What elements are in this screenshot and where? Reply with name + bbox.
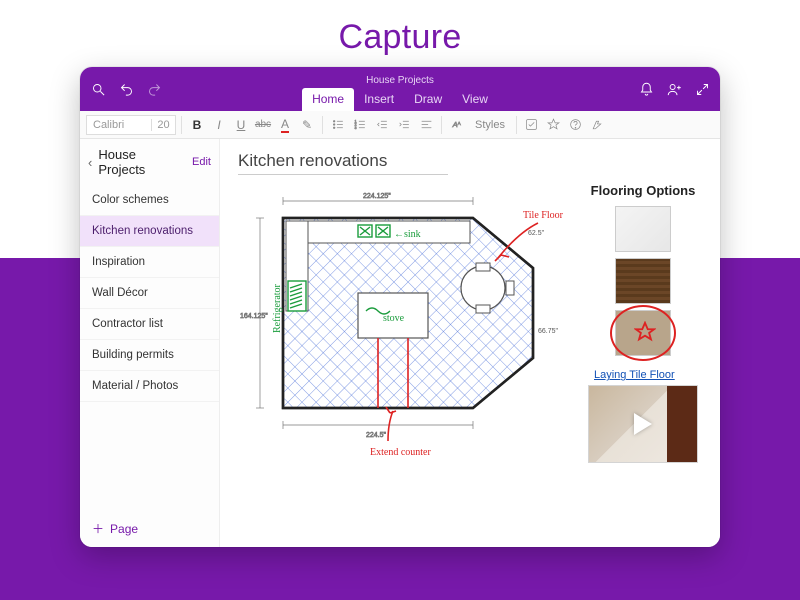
sidebar-item-building-permits[interactable]: Building permits	[80, 340, 219, 371]
numbering-button[interactable]: 123	[350, 115, 370, 135]
notifications-icon[interactable]	[634, 77, 658, 101]
add-page-label: Page	[110, 522, 138, 536]
swatch-wood[interactable]	[615, 258, 671, 304]
video-thumb-detail	[667, 386, 697, 462]
indent-button[interactable]	[394, 115, 414, 135]
edit-button[interactable]: Edit	[192, 156, 211, 168]
divider	[322, 116, 323, 134]
tab-draw[interactable]: Draw	[404, 88, 452, 111]
flooring-heading: Flooring Options	[591, 183, 696, 199]
svg-text:stove: stove	[383, 313, 405, 324]
svg-text:A: A	[457, 121, 461, 127]
back-icon[interactable]: ‹	[88, 155, 92, 170]
video-thumbnail[interactable]	[588, 385, 698, 463]
font-size: 20	[151, 119, 175, 131]
divider	[181, 116, 182, 134]
sidebar-item-inspiration[interactable]: Inspiration	[80, 247, 219, 278]
styles-icon[interactable]: AA	[447, 115, 467, 135]
ribbon-tabs: Home Insert Draw View	[302, 88, 498, 111]
body: ‹ House Projects Edit Color schemes Kitc…	[80, 139, 720, 547]
svg-text:Refrigerator: Refrigerator	[272, 283, 283, 333]
play-icon	[634, 413, 652, 435]
svg-text:62.5": 62.5"	[528, 230, 545, 237]
add-page-button[interactable]: ＋ Page	[80, 510, 219, 547]
tab-view[interactable]: View	[452, 88, 498, 111]
bullets-button[interactable]	[328, 115, 348, 135]
redo-icon[interactable]	[142, 77, 166, 101]
app-window: House Projects Home Insert Draw View Cal…	[80, 67, 720, 547]
sidebar-item-contractor-list[interactable]: Contractor list	[80, 309, 219, 340]
clear-format-button[interactable]	[588, 115, 608, 135]
underline-button[interactable]: U	[231, 115, 251, 135]
share-icon[interactable]	[662, 77, 686, 101]
todo-button[interactable]	[522, 115, 542, 135]
sidebar: ‹ House Projects Edit Color schemes Kitc…	[80, 139, 220, 547]
floorplan: 224.125" 164.125" 224.5" 62.5" 66.75"	[238, 183, 578, 463]
hero-title: Capture	[338, 18, 461, 57]
styles-button[interactable]: Styles	[469, 119, 511, 131]
section-title: House Projects	[98, 147, 186, 177]
sidebar-header: ‹ House Projects Edit	[80, 139, 219, 185]
swatch-tile[interactable]	[615, 310, 671, 356]
sidebar-item-wall-decor[interactable]: Wall Décor	[80, 278, 219, 309]
sidebar-item-kitchen-renovations[interactable]: Kitchen renovations	[80, 216, 219, 247]
side-column: Flooring Options Laying Tile Floor	[588, 183, 698, 463]
ribbon: Calibri 20 B I U abc A ✎ 123 AA Styles	[80, 111, 720, 139]
align-button[interactable]	[416, 115, 436, 135]
svg-text:164.125": 164.125"	[240, 313, 268, 320]
svg-text:Tile Floor: Tile Floor	[523, 210, 564, 221]
swatch-marble[interactable]	[615, 206, 671, 252]
page-list: Color schemes Kitchen renovations Inspir…	[80, 185, 219, 510]
svg-text:224.5": 224.5"	[366, 432, 387, 439]
canvas[interactable]: Kitchen renovations	[220, 139, 720, 547]
page-title[interactable]: Kitchen renovations	[238, 151, 448, 175]
help-button[interactable]	[566, 115, 586, 135]
divider	[516, 116, 517, 134]
fullscreen-icon[interactable]	[690, 77, 714, 101]
tab-insert[interactable]: Insert	[354, 88, 404, 111]
strikethrough-button[interactable]: abc	[253, 115, 273, 135]
tag-button[interactable]	[544, 115, 564, 135]
outdent-button[interactable]	[372, 115, 392, 135]
svg-text:Extend counter: Extend counter	[370, 447, 431, 458]
titlebar: House Projects Home Insert Draw View	[80, 67, 720, 111]
bold-button[interactable]: B	[187, 115, 207, 135]
svg-text:66.75": 66.75"	[538, 328, 559, 335]
sidebar-item-material-photos[interactable]: Material / Photos	[80, 371, 219, 402]
svg-text:3: 3	[354, 126, 356, 130]
undo-icon[interactable]	[114, 77, 138, 101]
font-color-button[interactable]: A	[275, 115, 295, 135]
divider	[441, 116, 442, 134]
font-picker[interactable]: Calibri 20	[86, 115, 176, 135]
notebook-name: House Projects	[366, 75, 434, 86]
italic-button[interactable]: I	[209, 115, 229, 135]
svg-text:A: A	[451, 120, 457, 129]
sidebar-item-color-schemes[interactable]: Color schemes	[80, 185, 219, 216]
svg-text:224.125": 224.125"	[363, 193, 391, 200]
highlight-button[interactable]: ✎	[297, 115, 317, 135]
search-icon[interactable]	[86, 77, 110, 101]
video-link[interactable]: Laying Tile Floor	[594, 369, 675, 381]
svg-text:sink: sink	[404, 229, 421, 240]
font-name: Calibri	[87, 119, 151, 131]
plus-icon: ＋	[92, 520, 104, 537]
tab-home[interactable]: Home	[302, 88, 354, 111]
svg-text:←: ←	[394, 229, 404, 240]
